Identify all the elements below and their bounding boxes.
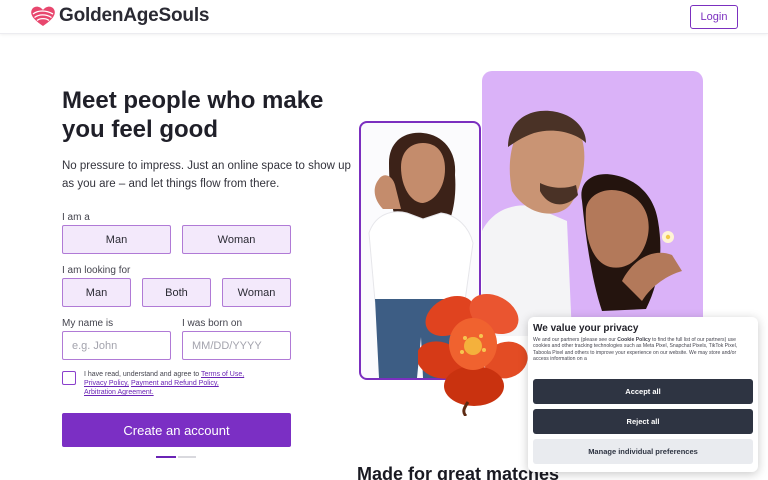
cookie-policy-link[interactable]: Cookie Policy: [617, 337, 650, 343]
birth-date-label: I was born on: [182, 318, 243, 329]
create-account-button[interactable]: Create an account: [62, 413, 291, 447]
heart-waves-logo-icon: [31, 6, 55, 26]
agree-text: I have read, understand and agree to Ter…: [84, 370, 280, 397]
looking-for-man-option[interactable]: Man: [62, 278, 131, 307]
i-am-woman-option[interactable]: Woman: [182, 225, 291, 254]
manage-preferences-button[interactable]: Manage individual preferences: [533, 439, 753, 464]
agree-prefix: I have read, understand and agree to: [84, 371, 202, 378]
hero-subtitle: No pressure to impress. Just an online s…: [62, 160, 351, 190]
payment-refund-policy-link[interactable]: Payment and Refund Policy,: [131, 380, 219, 387]
reject-all-button[interactable]: Reject all: [533, 409, 753, 434]
cookie-banner: We value your privacy We and our partner…: [528, 317, 758, 472]
i-am-label: I am a: [62, 212, 90, 223]
privacy-policy-link[interactable]: Privacy Policy,: [84, 380, 129, 387]
login-button[interactable]: Login: [690, 5, 738, 29]
brand-name: GoldenAgeSouls: [59, 5, 210, 26]
red-flower-icon: [418, 293, 528, 416]
cookie-title: We value your privacy: [533, 323, 639, 334]
agree-checkbox[interactable]: [62, 371, 76, 385]
looking-for-both-option[interactable]: Both: [142, 278, 211, 307]
birth-date-input[interactable]: [182, 331, 291, 360]
carousel-indicator-active[interactable]: [156, 456, 176, 458]
looking-for-label: I am looking for: [62, 265, 131, 276]
brand-logo[interactable]: GoldenAgeSouls: [30, 5, 209, 27]
site-header: GoldenAgeSouls Login: [0, 0, 768, 34]
cookie-body: We and our partners (please see our Cook…: [533, 337, 753, 370]
name-label: My name is: [62, 318, 114, 329]
carousel-indicator[interactable]: [178, 456, 196, 458]
arbitration-agreement-link[interactable]: Arbitration Agreement.: [84, 389, 154, 396]
hero-title: Meet people who make you feel good: [62, 87, 324, 143]
terms-of-use-link[interactable]: Terms of Use,: [201, 371, 244, 378]
cookie-body-prefix: We and our partners (please see our: [533, 337, 618, 343]
i-am-man-option[interactable]: Man: [62, 225, 171, 254]
looking-for-woman-option[interactable]: Woman: [222, 278, 291, 307]
accept-all-button[interactable]: Accept all: [533, 379, 753, 404]
name-input[interactable]: [62, 331, 171, 360]
